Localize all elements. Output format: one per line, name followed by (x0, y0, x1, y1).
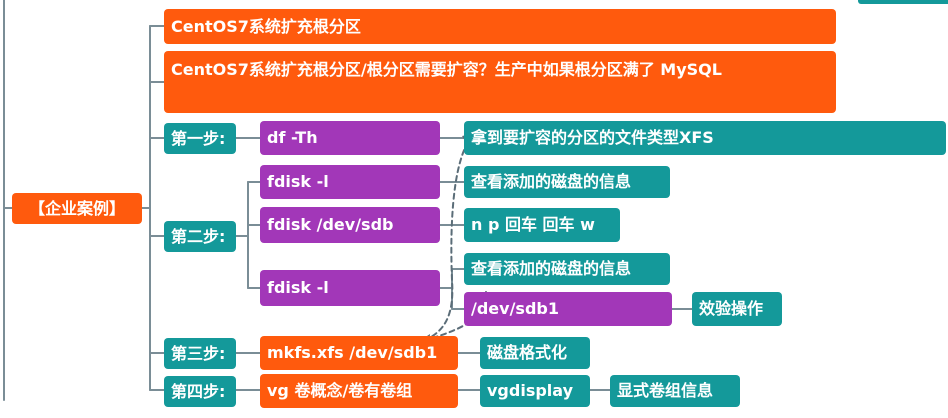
step3-label: 第三步: (171, 343, 226, 363)
step1-command: df -Th (267, 128, 318, 147)
step2-device: /dev/sdb1 (471, 299, 559, 318)
step2-cmd3: fdisk -l (267, 278, 329, 297)
step2-verify-node[interactable]: 效验操作 (692, 292, 782, 326)
title-1-label: CentOS7系统扩充根分区 (171, 16, 361, 36)
step4-command: vg 卷概念/卷有卷组 (267, 381, 413, 400)
step2-note1-node[interactable]: 查看添加的磁盘的信息 (464, 166, 670, 198)
step2-node[interactable]: 第二步: (164, 221, 236, 252)
step4-note-node[interactable]: 显式卷组信息 (610, 375, 740, 407)
mind-map-canvas: 【企业案例】 CentOS7系统扩充根分区 CentOS7系统扩充根分区/根分区… (0, 0, 948, 418)
title-node-2[interactable]: CentOS7系统扩充根分区/根分区需要扩容？生产中如果根分区满了 MySQL (164, 51, 836, 113)
step2-cmd2-node[interactable]: fdisk /dev/sdb (260, 207, 440, 243)
step3-node[interactable]: 第三步: (164, 338, 236, 369)
step2-note1: 查看添加的磁盘的信息 (471, 172, 632, 191)
step1-note-node[interactable]: 拿到要扩容的分区的文件类型XFS (464, 121, 946, 155)
step4-sub-node[interactable]: vgdisplay (480, 375, 590, 407)
title-2-label: CentOS7系统扩充根分区/根分区需要扩容？生产中如果根分区满了 MySQL (171, 60, 722, 79)
step2-label: 第二步: (171, 226, 226, 246)
step2-cmd1-node[interactable]: fdisk -l (260, 165, 440, 199)
step4-note: 显式卷组信息 (617, 381, 714, 400)
step2-verify: 效验操作 (699, 299, 764, 318)
root-label: 【企业案例】 (28, 198, 125, 218)
root-node[interactable]: 【企业案例】 (12, 193, 142, 224)
step2-device-node[interactable]: /dev/sdb1 (464, 292, 672, 326)
step3-note-node[interactable]: 磁盘格式化 (480, 337, 590, 369)
step1-command-node[interactable]: df -Th (260, 121, 440, 155)
step2-cmd2: fdisk /dev/sdb (267, 215, 394, 234)
step4-sub: vgdisplay (487, 381, 574, 400)
step3-command-node[interactable]: mkfs.xfs /dev/sdb1 (260, 336, 458, 370)
step2-note3-node[interactable]: 查看添加的磁盘的信息 (464, 253, 670, 285)
step2-cmd3-node[interactable]: fdisk -l (260, 270, 440, 306)
title-node-1[interactable]: CentOS7系统扩充根分区 (164, 9, 836, 44)
step1-note: 拿到要扩容的分区的文件类型XFS (471, 128, 714, 147)
step3-command: mkfs.xfs /dev/sdb1 (267, 343, 438, 362)
step3-note: 磁盘格式化 (487, 343, 568, 362)
step2-note2: n p 回车 回车 w (471, 215, 595, 234)
step2-cmd1: fdisk -l (267, 172, 329, 191)
step2-note3: 查看添加的磁盘的信息 (471, 259, 632, 278)
step1-node[interactable]: 第一步: (164, 123, 236, 154)
step2-note2-node[interactable]: n p 回车 回车 w (464, 208, 620, 242)
step4-node[interactable]: 第四步: (164, 376, 236, 407)
step1-label: 第一步: (171, 128, 226, 148)
step4-command-node[interactable]: vg 卷概念/卷有卷组 (260, 374, 458, 408)
top-right-bar (858, 0, 948, 4)
step4-label: 第四步: (171, 381, 226, 401)
